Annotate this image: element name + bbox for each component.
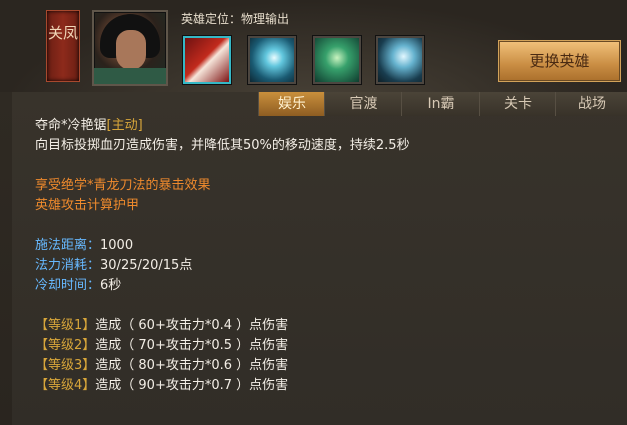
cast-range: 施法距离：1000: [35, 236, 410, 256]
cast-range-label: 施法距离：: [35, 238, 101, 253]
level-tag: 【等级4】: [35, 378, 96, 393]
skill-icon-4[interactable]: [376, 36, 424, 84]
skill-icon-2[interactable]: [248, 36, 296, 84]
mana-cost-value: 30/25/20/15点: [100, 258, 193, 273]
skill-description: 夺命*冷艳锯[主动] 向目标投掷血刃造成伤害，并降低其50%的移动速度，持续2.…: [35, 116, 410, 396]
skill-icon-3[interactable]: [313, 36, 361, 84]
tab-inba[interactable]: In霸: [401, 92, 480, 116]
cooldown: 冷却时间：6秒: [35, 276, 410, 296]
cooldown-label: 冷却时间：: [35, 278, 101, 293]
hero-name: 关凤: [47, 24, 78, 42]
level-tag: 【等级1】: [35, 318, 96, 333]
skill-type: [主动]: [106, 118, 143, 133]
hero-portrait: [92, 10, 168, 86]
level-row: 【等级1】造成（ 60+攻击力*0.4 ）点伤害: [35, 316, 410, 336]
tab-stages[interactable]: 关卡: [479, 92, 556, 116]
cooldown-value: 6秒: [100, 278, 122, 293]
special-effect-2: 英雄攻击计算护甲: [35, 198, 140, 213]
level-row: 【等级3】造成（ 80+攻击力*0.6 ）点伤害: [35, 356, 410, 376]
tab-entertainment[interactable]: 娱乐: [258, 92, 325, 116]
mana-cost-label: 法力消耗：: [35, 258, 101, 273]
hero-name-banner: 关凤: [46, 10, 80, 82]
skill-description-text: 向目标投掷血刃造成伤害，并降低其50%的移动速度，持续2.5秒: [35, 138, 410, 153]
special-effect-1: 享受绝学*青龙刀法的暴击效果: [35, 178, 211, 193]
switch-hero-button[interactable]: 更换英雄: [498, 40, 621, 82]
skill-name: 夺命*冷艳锯: [35, 118, 107, 133]
tab-battlefield[interactable]: 战场: [555, 92, 627, 116]
skill-icon-1-selected[interactable]: [183, 36, 231, 84]
skill-title-line: 夺命*冷艳锯[主动]: [35, 116, 410, 136]
portrait-armor: [94, 68, 166, 84]
hero-skill-window: 关凤 英雄定位：物理输出 更换英雄 娱乐 官渡 In霸 关卡 战场 夺命*冷艳锯…: [0, 0, 627, 425]
level-row: 【等级4】造成（ 90+攻击力*0.7 ）点伤害: [35, 376, 410, 396]
level-effect: 造成（ 70+攻击力*0.5 ）点伤害: [95, 338, 289, 353]
hero-role-label: 英雄定位：物理输出: [181, 12, 290, 26]
level-effect: 造成（ 80+攻击力*0.6 ）点伤害: [95, 358, 289, 373]
level-effect: 造成（ 60+攻击力*0.4 ）点伤害: [95, 318, 289, 333]
portrait-face: [116, 30, 146, 70]
level-tag: 【等级3】: [35, 358, 96, 373]
level-effect: 造成（ 90+攻击力*0.7 ）点伤害: [95, 378, 289, 393]
mana-cost: 法力消耗：30/25/20/15点: [35, 256, 410, 276]
cast-range-value: 1000: [100, 238, 134, 253]
level-row: 【等级2】造成（ 70+攻击力*0.5 ）点伤害: [35, 336, 410, 356]
level-tag: 【等级2】: [35, 338, 96, 353]
tab-guandu[interactable]: 官渡: [324, 92, 402, 116]
